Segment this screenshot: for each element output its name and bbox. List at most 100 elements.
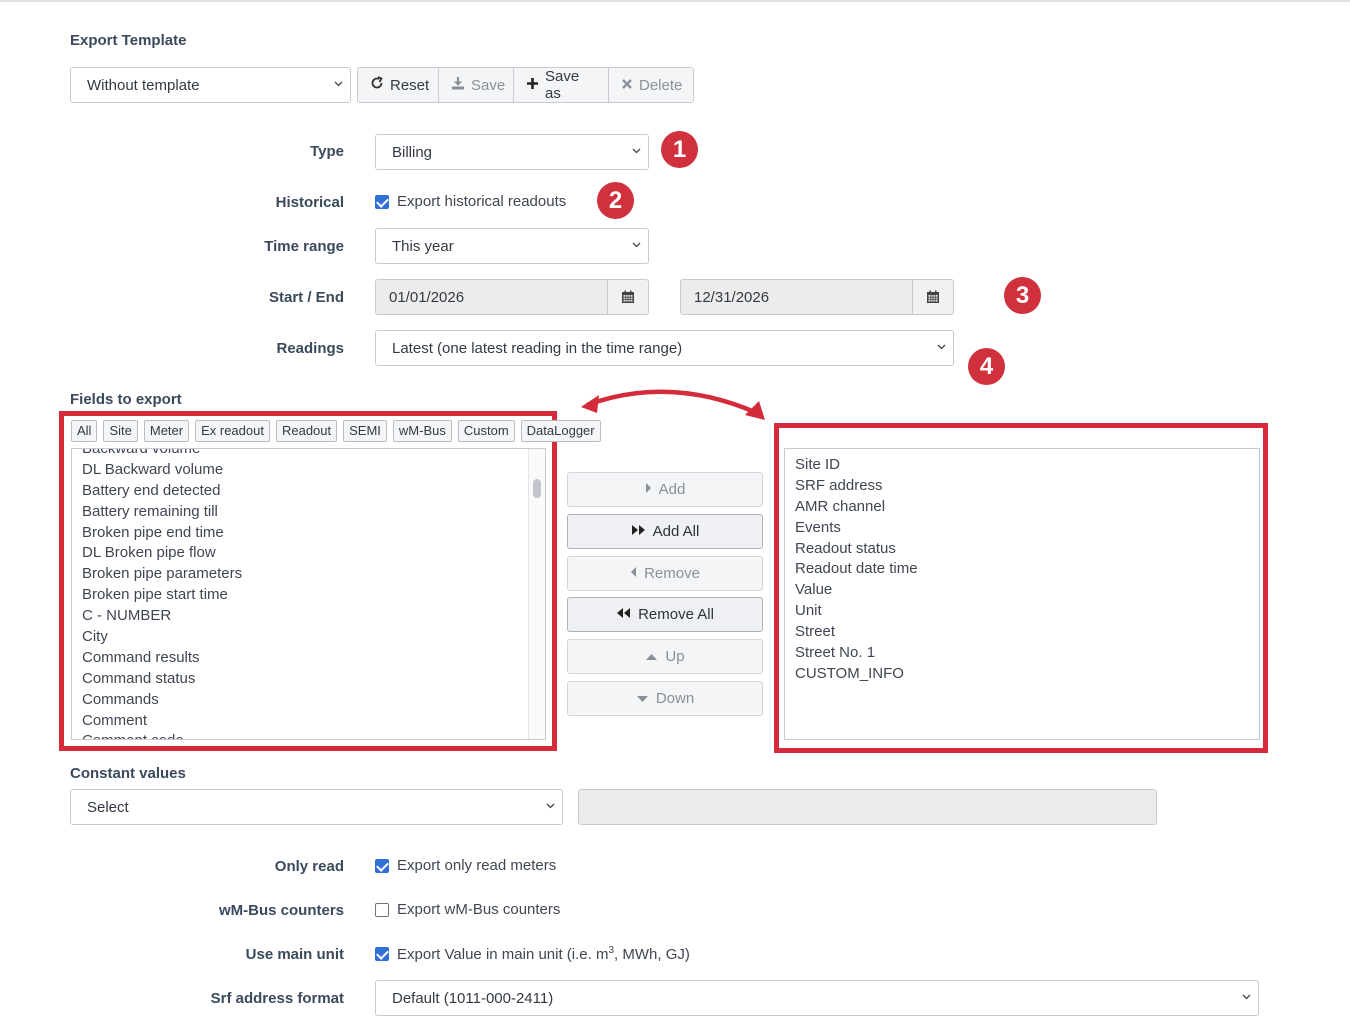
add-all-button[interactable]: Add All [567,514,763,549]
save-as-button[interactable]: Save as [513,67,609,103]
only-read-checkbox-label: Export only read meters [397,857,557,874]
srf-address-format-select[interactable]: Default (1011-000-2411) [375,980,1259,1016]
x-icon [621,77,633,94]
historical-checkbox-label: Export historical readouts [397,193,567,210]
use-main-unit-checkbox-row[interactable]: Export Value in main unit (i.e. m3, MWh,… [375,945,690,963]
chevron-down-icon [1242,993,1251,1001]
available-fields-list[interactable]: Backward volume DL Backward volume Batte… [71,448,546,740]
list-item[interactable]: Comment [72,711,530,732]
filter-chip-custom[interactable]: Custom [457,420,515,442]
filter-chip-site[interactable]: Site [103,420,138,442]
down-button[interactable]: Down [567,681,763,716]
list-item[interactable]: Events [785,518,1255,539]
delete-button[interactable]: Delete [608,67,694,103]
list-item[interactable]: C - NUMBER [72,606,530,627]
calendar-icon[interactable] [607,280,648,314]
start-date-field[interactable]: 01/01/2026 [375,279,649,315]
export-template-title: Export Template [70,32,187,49]
use-main-unit-checkbox[interactable] [375,947,389,961]
list-item[interactable]: AMR channel [785,497,1255,518]
chevron-down-icon [937,343,946,351]
calendar-icon[interactable] [912,280,953,314]
list-item[interactable]: DL Broken pipe flow [72,543,530,564]
srf-address-format-value: Default (1011-000-2411) [392,989,554,1007]
download-icon [451,76,465,94]
list-item[interactable]: Street [785,622,1255,643]
list-item[interactable]: Street No. 1 [785,643,1255,664]
filter-chip-all[interactable]: All [71,420,98,442]
fast-forward-icon [631,523,646,540]
remove-all-label: Remove All [638,606,714,623]
template-button-group: Reset Save Save as Delete [357,67,694,103]
selected-fields-list[interactable]: Site ID SRF address AMR channel Events R… [784,448,1260,740]
list-item[interactable]: Command status [72,669,530,690]
plus-icon [526,77,539,94]
list-item[interactable]: Broken pipe parameters [72,564,530,585]
list-item[interactable]: SRF address [785,476,1255,497]
wmbus-counters-checkbox-row[interactable]: Export wM-Bus counters [375,901,560,918]
template-select[interactable]: Without template [70,67,351,103]
fast-backward-icon [616,606,631,623]
list-item[interactable]: Broken pipe start time [72,585,530,606]
save-as-label: Save as [545,68,580,102]
constant-value-input[interactable] [578,789,1157,825]
only-read-checkbox-row[interactable]: Export only read meters [375,857,556,874]
wmbus-counters-checkbox[interactable] [375,902,389,917]
scrollbar-thumb[interactable] [533,479,541,498]
filter-chip-readout[interactable]: Readout [275,420,338,442]
filter-chip-ex-readout[interactable]: Ex readout [195,420,270,442]
wmbus-counters-label: wM-Bus counters [218,902,344,919]
list-item[interactable]: City [72,627,530,648]
list-item[interactable]: Command results [72,648,530,669]
reset-button[interactable]: Reset [357,67,439,103]
filter-chip-datalogger[interactable]: DataLogger [520,420,601,442]
remove-button[interactable]: Remove [567,556,763,591]
readings-value: Latest (one latest reading in the time r… [392,339,683,357]
list-item[interactable]: Comment code [72,731,530,739]
list-item[interactable]: CUSTOM_INFO [785,664,1255,685]
readings-select[interactable]: Latest (one latest reading in the time r… [375,330,954,366]
filter-chip-meter[interactable]: Meter [143,420,190,442]
list-item[interactable]: Battery end detected [72,481,530,502]
save-button[interactable]: Save [438,67,514,103]
filter-chip-wmbus[interactable]: wM-Bus [392,420,452,442]
use-main-unit-checkbox-label: Export Value in main unit (i.e. m3, MWh,… [397,945,690,963]
up-label: Up [665,648,685,665]
constant-values-select[interactable]: Select [70,789,563,825]
list-item[interactable]: Readout status [785,539,1255,560]
down-label: Down [655,690,695,707]
use-main-unit-label: Use main unit [245,946,344,963]
list-item[interactable]: Value [785,580,1255,601]
add-button[interactable]: Add [567,472,763,507]
chevron-down-icon [546,802,555,810]
save-label: Save [471,76,506,94]
list-item[interactable]: Backward volume [72,449,530,460]
remove-all-button[interactable]: Remove All [567,597,763,632]
add-label: Add [658,481,686,498]
historical-checkbox-row[interactable]: Export historical readouts [375,193,566,210]
type-select[interactable]: Billing [375,134,649,170]
caret-down-icon [636,690,649,707]
list-item[interactable]: Battery remaining till [72,502,530,523]
top-border [0,0,1350,2]
historical-label: Historical [275,194,344,211]
list-scrollbar[interactable] [528,449,545,739]
annotation-badge-3: 3 [1004,277,1041,314]
list-item[interactable]: Unit [785,601,1255,622]
end-date-field[interactable]: 12/31/2026 [680,279,954,315]
list-item[interactable]: Readout date time [785,559,1255,580]
list-item[interactable]: DL Backward volume [72,460,530,481]
list-item[interactable]: Commands [72,690,530,711]
up-button[interactable]: Up [567,639,763,674]
only-read-checkbox[interactable] [375,858,389,873]
time-range-select[interactable]: This year [375,228,649,264]
historical-checkbox[interactable] [375,194,389,209]
end-date-value: 12/31/2026 [694,288,770,306]
annotation-badge-2: 2 [597,182,634,219]
list-item[interactable]: Site ID [785,455,1255,476]
chevron-down-icon [632,147,641,155]
time-range-value: This year [392,237,454,255]
annotation-badge-4: 4 [968,348,1005,385]
list-item[interactable]: Broken pipe end time [72,523,530,544]
filter-chip-semi[interactable]: SEMI [343,420,387,442]
